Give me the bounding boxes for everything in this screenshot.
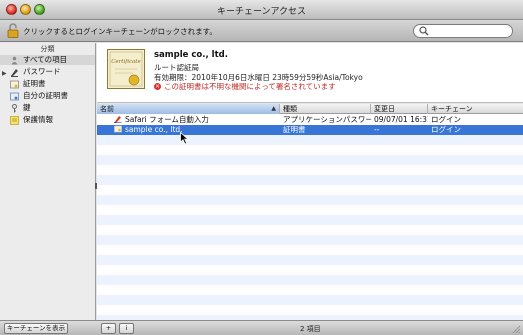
certificate-icon <box>114 125 122 133</box>
keychain-access-window: キーチェーンアクセス クリックするとログインキーチェーンがロックされます。 分類… <box>0 0 523 335</box>
cell-name-text: sample co., ltd. <box>125 125 183 134</box>
key-icon <box>12 103 17 112</box>
sidebar-item-all-items[interactable]: すべての項目 <box>0 55 95 65</box>
table-row-empty <box>97 215 523 225</box>
cell-name: Safari フォーム自動入力 <box>111 115 280 125</box>
sidebar-item-label: 保護情報 <box>23 115 53 124</box>
table-row-empty <box>97 275 523 285</box>
sidebar-item-label: すべての項目 <box>23 55 68 64</box>
sidebar-item-secure-notes[interactable]: 保護情報 <box>10 115 53 125</box>
column-header-date[interactable]: 変更日 <box>371 104 428 114</box>
sidebar-item-my-certificates[interactable]: 自分の証明書 <box>10 91 68 101</box>
column-header-keychain[interactable]: キーチェーン <box>428 104 523 114</box>
table-header: 名前 ▲ 種類 変更日 キーチェーン <box>97 104 523 114</box>
cell-keychain: ログイン <box>431 115 461 124</box>
bottom-bar: キーチェーンを表示 + i 2 項目 <box>0 320 523 335</box>
search-field[interactable] <box>413 24 513 38</box>
certificate-name: sample co., ltd. <box>154 50 228 60</box>
cell-keychain: ログイン <box>431 125 461 134</box>
table-row-empty <box>97 155 523 165</box>
lock-icon[interactable] <box>7 23 19 38</box>
toolbar: クリックするとログインキーチェーンがロックされます。 <box>0 20 523 42</box>
password-icon <box>11 68 18 77</box>
table-row-empty <box>97 235 523 245</box>
cell-name-text: Safari フォーム自動入力 <box>125 115 209 124</box>
cell-date: -- <box>374 125 380 134</box>
window-title: キーチェーンアクセス <box>216 7 307 17</box>
sort-ascending-icon: ▲ <box>271 105 276 112</box>
get-info-button[interactable]: i <box>119 323 134 334</box>
error-icon: × <box>154 83 161 90</box>
search-icon <box>419 26 429 36</box>
table-row[interactable]: Safari フォーム自動入力 アプリケーションパスワード 09/07/01 1… <box>97 115 523 125</box>
sidebar-item-label: パスワード <box>23 67 61 76</box>
sidebar-item-passwords[interactable]: ▶ パスワード <box>2 67 61 77</box>
lock-status-text[interactable]: クリックするとログインキーチェーンがロックされます。 <box>23 26 217 37</box>
column-header-kind[interactable]: 種類 <box>280 104 371 114</box>
sidebar-item-certificates[interactable]: 証明書 <box>10 79 46 89</box>
certificate-thumbnail-icon: Certificate <box>107 49 145 89</box>
sidebar-item-label: 鍵 <box>23 103 31 112</box>
column-header-label: 名前 <box>100 105 114 113</box>
table-row-empty <box>97 255 523 265</box>
sidebar-header: 分類 <box>40 45 55 53</box>
cell-kind: アプリケーションパスワード <box>283 115 371 124</box>
item-count: 2 項目 <box>300 325 321 333</box>
table-row[interactable]: sample co., ltd. 証明書 -- ログイン <box>97 125 523 135</box>
secure-note-icon <box>10 115 19 125</box>
show-keychains-button[interactable]: キーチェーンを表示 <box>4 323 68 334</box>
table-row-empty <box>97 295 523 305</box>
items-table: 名前 ▲ 種類 変更日 キーチェーン Safari フォーム自動入力 アプリケー… <box>97 104 523 320</box>
cell-name: sample co., ltd. <box>111 125 280 135</box>
table-row-empty <box>97 135 523 145</box>
mouse-pointer-icon <box>180 132 189 145</box>
safari-form-icon <box>114 116 122 123</box>
table-row-empty <box>97 175 523 185</box>
column-header-name[interactable]: 名前 ▲ <box>97 104 280 114</box>
title-bar: キーチェーンアクセス <box>0 0 523 20</box>
item-detail-panel: Certificate sample co., ltd. ルート認証局 有効期限… <box>97 43 523 103</box>
sidebar-item-label: 証明書 <box>23 79 46 88</box>
add-item-button[interactable]: + <box>101 323 116 334</box>
certificate-thumbnail-text: Certificate <box>111 59 141 65</box>
resize-grip-icon[interactable] <box>511 324 521 334</box>
my-certificate-icon <box>10 92 19 100</box>
certificate-warning-text: この証明書は不明な機関によって署名されています <box>164 82 336 91</box>
cell-kind: 証明書 <box>283 125 306 134</box>
sidebar-item-label: 自分の証明書 <box>23 91 68 100</box>
sidebar-item-keys[interactable]: 鍵 <box>10 103 31 113</box>
cell-date: 09/07/01 16:31 <box>374 115 428 124</box>
people-icon <box>11 56 18 64</box>
certificate-warning: × この証明書は不明な機関によって署名されています <box>154 81 336 92</box>
table-row-empty <box>97 195 523 205</box>
disclosure-triangle-icon[interactable]: ▶ <box>2 69 7 79</box>
category-sidebar: 分類 すべての項目 ▶ パスワード 証明書 自分の証明書 鍵 保護情報 <box>0 43 96 320</box>
certificate-icon <box>10 80 19 88</box>
